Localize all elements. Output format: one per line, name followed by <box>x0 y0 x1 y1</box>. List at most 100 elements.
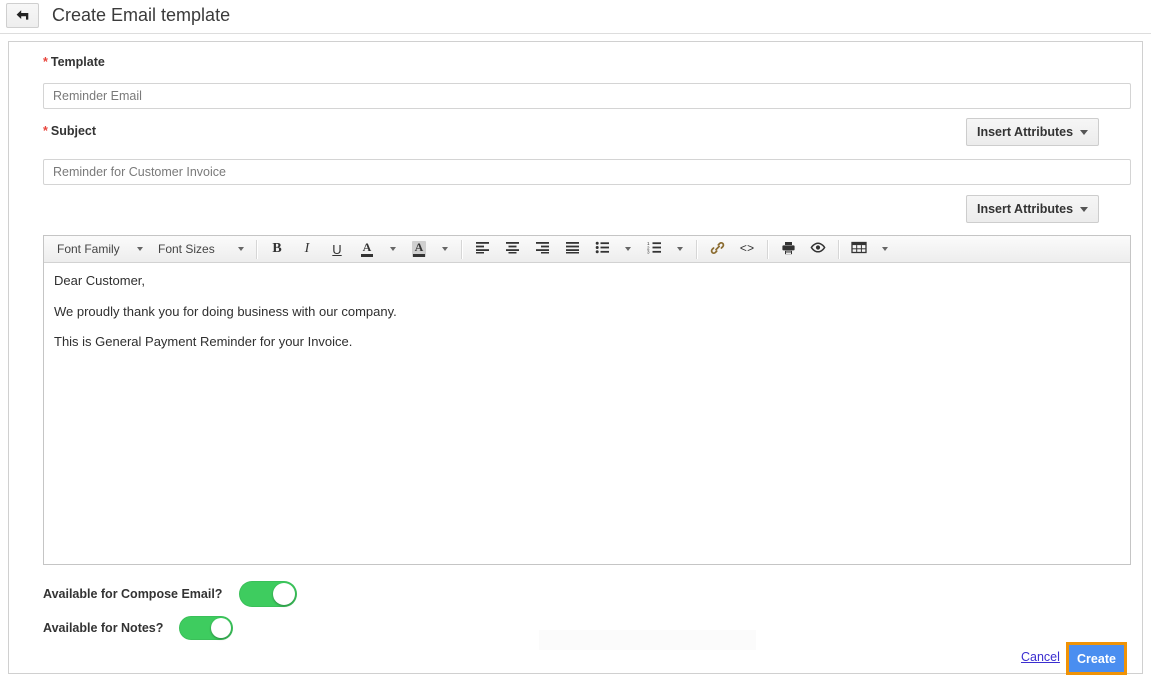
chevron-down-icon <box>238 247 244 251</box>
page-title: Create Email template <box>52 5 231 25</box>
form-card: *Template *Subject Insert Attributes Ins… <box>8 41 1143 674</box>
toolbar-group-format: B I U A A <box>260 238 458 261</box>
compose-email-toggle-row: Available for Compose Email? <box>43 581 298 607</box>
chevron-down-icon <box>1080 206 1089 212</box>
underline-label: U <box>332 241 342 257</box>
template-input[interactable] <box>43 83 1131 109</box>
background-color-button[interactable]: A <box>404 238 434 261</box>
notes-toggle-label: Available for Notes? <box>43 621 164 635</box>
align-left-icon <box>475 241 490 257</box>
align-center-icon <box>505 241 520 257</box>
chevron-down-icon <box>1080 129 1089 135</box>
create-email-template-page: Create Email template *Template *Subject… <box>0 0 1151 682</box>
align-justify-icon <box>565 241 580 257</box>
subject-label: * Subject <box>43 124 96 138</box>
align-justify-button[interactable] <box>557 238 587 261</box>
font-size-select[interactable]: Font Sizes <box>150 238 251 261</box>
insert-attributes-subject-label: Insert Attributes <box>977 125 1074 139</box>
toolbar-divider <box>696 239 697 259</box>
rich-text-editor: Font Family Font Sizes B I U A A 1 2 3 <… <box>43 235 1131 565</box>
create-button[interactable]: Create <box>1069 645 1124 672</box>
page-header: Create Email template <box>0 0 1151 34</box>
bold-label: B <box>272 241 282 256</box>
editor-paragraph: Dear Customer, <box>54 273 146 288</box>
toolbar-group-output <box>771 238 835 261</box>
table-icon <box>851 241 867 257</box>
chevron-down-icon <box>625 247 631 251</box>
background-color-dropdown[interactable] <box>434 238 456 261</box>
create-button-focus-ring: Create <box>1066 642 1127 675</box>
toolbar-group-insert: <> <box>700 238 764 261</box>
table-button[interactable] <box>844 238 874 261</box>
text-color-button[interactable]: A <box>352 238 382 261</box>
bullet-list-button[interactable] <box>587 238 617 261</box>
compose-email-toggle-label: Available for Compose Email? <box>43 587 223 601</box>
editor-toolbar: Font Family Font Sizes B I U A A 1 2 3 <… <box>44 236 1130 263</box>
chevron-down-icon <box>882 247 888 251</box>
font-family-label: Font Family <box>57 242 120 256</box>
numbered-list-dropdown[interactable] <box>669 238 691 261</box>
numbered-list-icon: 1 2 3 <box>647 241 662 257</box>
required-marker-subject: * <box>43 124 48 138</box>
text-color-dropdown[interactable] <box>382 238 404 261</box>
required-marker-template: * <box>43 55 48 69</box>
notes-toggle[interactable] <box>179 616 234 640</box>
template-label: * Template <box>43 55 105 69</box>
align-left-button[interactable] <box>467 238 497 261</box>
toolbar-divider <box>461 239 462 259</box>
compose-email-toggle[interactable] <box>239 581 298 607</box>
subject-input[interactable] <box>43 159 1131 185</box>
insert-attributes-body-label: Insert Attributes <box>977 202 1074 216</box>
back-button[interactable] <box>6 3 39 28</box>
template-label-text: Template <box>50 55 105 69</box>
toolbar-divider <box>767 239 768 259</box>
numbered-list-button[interactable]: 1 2 3 <box>639 238 669 261</box>
bold-button[interactable]: B <box>262 238 292 261</box>
background-color-icon: A <box>412 241 426 257</box>
font-family-select[interactable]: Font Family <box>49 238 150 261</box>
background-color-letter: A <box>414 240 424 254</box>
text-color-icon: A <box>361 241 373 257</box>
toolbar-group-table <box>842 238 898 261</box>
chevron-down-icon <box>390 247 396 251</box>
text-color-letter: A <box>362 240 372 254</box>
align-center-button[interactable] <box>497 238 527 261</box>
print-button[interactable] <box>773 238 803 261</box>
insert-attributes-body-button[interactable]: Insert Attributes <box>966 195 1100 223</box>
align-right-icon <box>535 241 550 257</box>
cancel-link[interactable]: Cancel <box>1021 650 1060 664</box>
insert-attributes-subject-button[interactable]: Insert Attributes <box>966 118 1100 146</box>
toolbar-group-fonts: Font Family Font Sizes <box>47 238 253 261</box>
editor-content-area[interactable]: Dear Customer, We proudly thank you for … <box>44 263 1130 564</box>
link-icon <box>710 241 725 258</box>
italic-label: I <box>304 241 310 256</box>
chevron-down-icon <box>442 247 448 251</box>
editor-paragraph: We proudly thank you for doing business … <box>54 303 397 319</box>
italic-button[interactable]: I <box>292 238 322 261</box>
chevron-down-icon <box>677 247 683 251</box>
toolbar-divider <box>838 239 839 259</box>
source-code-icon: <> <box>739 242 755 256</box>
align-right-button[interactable] <box>527 238 557 261</box>
notes-toggle-row: Available for Notes? <box>43 616 234 640</box>
eye-icon <box>810 241 826 257</box>
editor-paragraph: This is General Payment Reminder for you… <box>54 334 353 350</box>
preview-button[interactable] <box>803 238 833 261</box>
toolbar-divider <box>256 239 257 259</box>
toolbar-group-align: 1 2 3 <box>465 238 693 261</box>
table-dropdown[interactable] <box>874 238 896 261</box>
bullet-list-icon <box>595 241 610 257</box>
svg-text:3: 3 <box>647 250 650 254</box>
font-size-label: Font Sizes <box>158 242 215 256</box>
link-button[interactable] <box>702 238 732 261</box>
toggle-knob <box>211 618 232 638</box>
subject-label-text: Subject <box>50 124 97 138</box>
toggle-knob <box>273 583 296 605</box>
source-code-button[interactable]: <> <box>732 238 762 261</box>
underline-button[interactable]: U <box>322 238 352 261</box>
chevron-down-icon <box>137 247 143 251</box>
background-artifact <box>539 630 756 650</box>
back-arrow-icon <box>15 9 30 22</box>
print-icon <box>781 241 796 258</box>
bullet-list-dropdown[interactable] <box>617 238 639 261</box>
